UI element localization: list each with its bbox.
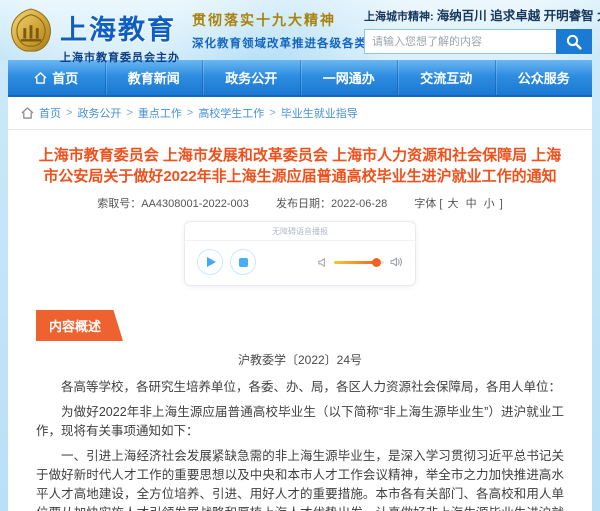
breadcrumb-separator: >	[269, 107, 275, 119]
audio-player: 无障碍语音播报	[184, 221, 416, 286]
site-logo-icon	[8, 7, 54, 53]
site-subtitle: 上海市教育委员会主办	[60, 49, 180, 65]
breadcrumb-separator: >	[187, 107, 193, 119]
city-spirit-line: 上海城市精神: 海纳百川 追求卓越 开明睿智 大气谦和	[364, 5, 592, 24]
play-button[interactable]	[197, 249, 223, 275]
fontsize-label: 字体	[414, 198, 436, 210]
breadcrumb-separator: >	[66, 107, 72, 119]
main-nav: 首页 教育新闻 政务公开 一网通办 交流互动 公众服务	[8, 60, 592, 97]
breadcrumb-item-employment-guide[interactable]: 毕业生就业指导	[281, 105, 358, 121]
meta-date: 发布日期：2022-06-28	[276, 198, 390, 210]
paragraph: 各高等学校，各研究生培养单位，各委、办、局，各区人力资源社会保障局，各用人单位：	[36, 378, 564, 397]
nav-item-public-service[interactable]: 公众服务	[495, 60, 593, 95]
city-spirit-label: 上海城市精神:	[364, 11, 434, 23]
date-value: 2022-06-28	[331, 198, 387, 210]
search-input[interactable]	[364, 29, 556, 54]
content-card: 首页 > 政务公开 > 重点工作 > 高校学生工作 > 毕业生就业指导 上海市教…	[8, 97, 592, 511]
section-tab-overview: 内容概述	[36, 310, 123, 341]
brand-block: 上海教育 上海市教育委员会主办	[60, 8, 180, 65]
fontsize-bracket: [	[439, 198, 442, 210]
breadcrumb: 首页 > 政务公开 > 重点工作 > 高校学生工作 > 毕业生就业指导	[8, 97, 592, 130]
site-logo	[8, 7, 54, 58]
breadcrumb-item-gov-affairs[interactable]: 政务公开	[77, 105, 121, 121]
volume-high-icon	[390, 256, 403, 268]
meta-index: 索取号：AA4308001-2022-003	[97, 198, 252, 210]
nav-item-home[interactable]: 首页	[8, 60, 105, 95]
breadcrumb-separator: >	[126, 107, 132, 119]
site-header: 上海教育 上海市教育委员会主办 贯彻落实十九大精神 深化教育领域改革推进各级各类…	[0, 0, 600, 60]
fontsize-bracket: ]	[500, 198, 503, 210]
nav-item-label: 首页	[52, 68, 78, 87]
nav-item-label: 政务公开	[225, 68, 277, 87]
header-right: 上海城市精神: 海纳百川 追求卓越 开明睿智 大气谦和	[364, 5, 592, 54]
play-icon	[207, 257, 216, 267]
nav-item-label: 教育新闻	[128, 68, 180, 87]
stop-button[interactable]	[230, 249, 256, 275]
nav-item-gov-affairs[interactable]: 政务公开	[202, 60, 300, 95]
fontsize-medium-button[interactable]: 中	[466, 198, 477, 210]
volume-slider[interactable]	[334, 261, 384, 264]
nav-item-label: 交流互动	[420, 68, 472, 87]
meta-fontsize: 字体 [ 大 中 小 ]	[414, 198, 502, 210]
search-button[interactable]	[556, 29, 592, 54]
breadcrumb-item-student-work[interactable]: 高校学生工作	[198, 105, 264, 121]
nav-item-label: 公众服务	[518, 68, 570, 87]
search-icon	[566, 34, 582, 50]
article-meta: 索取号：AA4308001-2022-003 发布日期：2022-06-28 字…	[36, 195, 564, 211]
city-spirit-text: 海纳百川 追求卓越 开明睿智 大气谦和	[437, 9, 600, 23]
index-value: AA4308001-2022-003	[141, 198, 249, 210]
home-icon	[21, 107, 34, 119]
paragraph: 为做好2022年非上海生源应届普通高校毕业生（以下简称“非上海生源毕业生”）进沪…	[36, 403, 564, 441]
site-title: 上海教育	[60, 8, 180, 47]
date-label: 发布日期：	[276, 198, 331, 210]
audio-player-title: 无障碍语音播报	[185, 222, 415, 241]
nav-item-label: 一网通办	[323, 68, 375, 87]
doc-number: 沪教委学〔2022〕24号	[36, 351, 564, 368]
volume-fill	[334, 261, 377, 264]
audio-player-controls	[185, 241, 415, 285]
home-icon	[34, 72, 47, 84]
nav-item-news[interactable]: 教育新闻	[105, 60, 203, 95]
article-title: 上海市教育委员会 上海市发展和改革委员会 上海市人力资源和社会保障局 上海市公安…	[36, 145, 564, 187]
index-label: 索取号：	[97, 198, 141, 210]
fontsize-large-button[interactable]: 大	[448, 198, 459, 210]
article-body: 各高等学校，各研究生培养单位，各委、办、局，各区人力资源社会保障局，各用人单位：…	[36, 378, 564, 511]
breadcrumb-item-home[interactable]: 首页	[39, 105, 61, 121]
volume-thumb[interactable]	[372, 258, 381, 267]
article: 上海市教育委员会 上海市发展和改革委员会 上海市人力资源和社会保障局 上海市公安…	[8, 130, 592, 511]
page: 上海教育 上海市教育委员会主办 贯彻落实十九大精神 深化教育领域改革推进各级各类…	[0, 0, 600, 511]
search-bar	[364, 29, 592, 54]
nav-item-interaction[interactable]: 交流互动	[397, 60, 495, 95]
volume-low-icon	[317, 257, 328, 268]
paragraph: 一、引进上海经济社会发展紧缺急需的非上海生源毕业生，是深入学习贯彻习近平总书记关…	[36, 447, 564, 511]
fontsize-small-button[interactable]: 小	[484, 198, 495, 210]
nav-item-one-stop[interactable]: 一网通办	[300, 60, 398, 95]
stop-icon	[239, 258, 248, 267]
breadcrumb-item-key-work[interactable]: 重点工作	[138, 105, 182, 121]
volume-zone	[317, 256, 403, 268]
